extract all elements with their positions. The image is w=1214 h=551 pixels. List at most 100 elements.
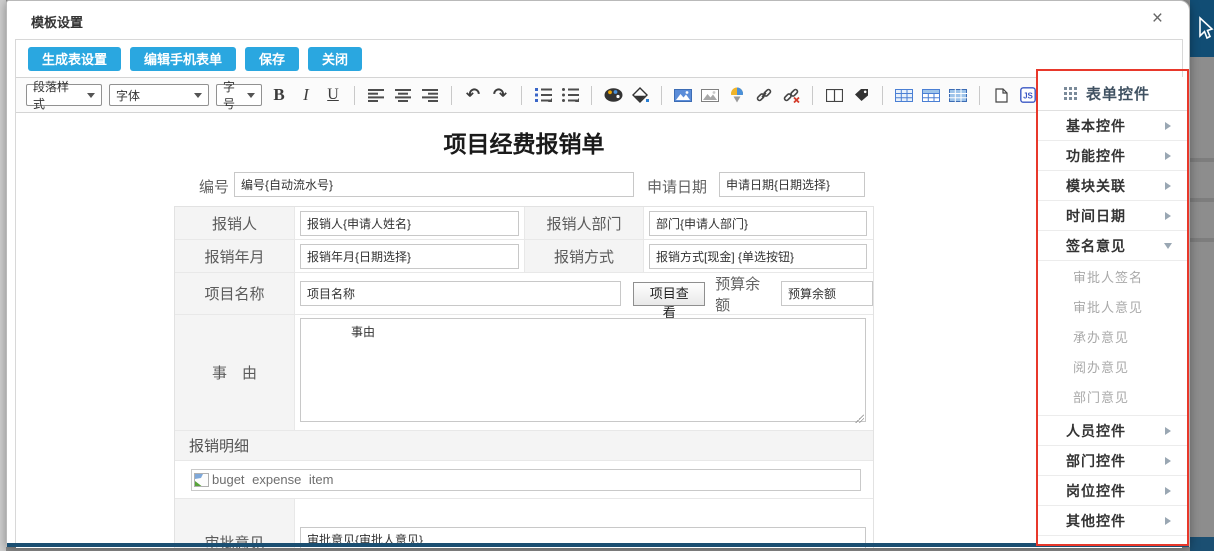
toolbar-separator	[354, 86, 355, 105]
group-department-controls[interactable]: 部门控件	[1038, 446, 1188, 476]
form-editor-canvas[interactable]: 项目经费报销单 编号 申请日期 报销人 报销人部门	[16, 113, 1182, 548]
edit-mobile-form-button[interactable]: 编辑手机表单	[130, 47, 236, 71]
js-code-icon[interactable]: JS	[1018, 84, 1038, 106]
bold-button[interactable]: B	[269, 84, 289, 106]
reason-textarea[interactable]: 事由	[300, 318, 866, 422]
italic-button[interactable]: I	[296, 84, 316, 106]
caret-right-icon	[1165, 427, 1175, 435]
claim-method-input[interactable]	[649, 244, 867, 269]
grid-handle-icon	[1064, 87, 1077, 100]
item-handler-opinion[interactable]: 承办意见	[1038, 323, 1188, 353]
chevron-down-icon	[87, 93, 95, 102]
group-person-controls[interactable]: 人员控件	[1038, 416, 1188, 446]
group-position-controls[interactable]: 岗位控件	[1038, 476, 1188, 506]
columns-icon[interactable]	[824, 84, 844, 106]
caret-right-icon	[1165, 122, 1175, 130]
toolbar-separator	[521, 86, 522, 105]
caret-right-icon	[1165, 517, 1175, 525]
resize-handle-icon[interactable]	[855, 414, 864, 423]
underline-button[interactable]: U	[323, 84, 343, 106]
budget-balance-label: 预算余额	[715, 273, 775, 315]
link-icon[interactable]	[754, 84, 774, 106]
approval-label: 审批意见	[175, 499, 295, 548]
page-backdrop-right	[1190, 0, 1214, 551]
ordered-list-icon[interactable]	[533, 84, 553, 106]
editor-toolbar: 段落样式 字体 字号 B I U	[16, 77, 1182, 113]
svg-text:JS: JS	[1023, 92, 1033, 101]
toolbar-separator	[661, 86, 662, 105]
reason-label: 事 由	[175, 315, 295, 430]
font-size-select[interactable]: 字号	[216, 84, 262, 106]
page-icon[interactable]	[991, 84, 1011, 106]
undo-icon[interactable]: ↶	[463, 84, 483, 106]
form-controls-panel: 表单控件 基本控件 功能控件 模块关联 时间日期 签名意见	[1038, 77, 1188, 545]
claimant-dept-input[interactable]	[649, 211, 867, 236]
item-reviewer-opinion[interactable]: 阅办意见	[1038, 353, 1188, 383]
caret-down-icon	[1164, 243, 1172, 253]
editor-frame: 生成表设置 编辑手机表单 保存 关闭 段落样式 字体 字号 B I U	[15, 39, 1183, 547]
background-row-line	[1190, 238, 1214, 242]
group-module-relation[interactable]: 模块关联	[1038, 171, 1188, 201]
group-signature-opinion[interactable]: 签名意见	[1038, 231, 1188, 261]
claimant-input[interactable]	[300, 211, 519, 236]
generate-table-settings-button[interactable]: 生成表设置	[28, 47, 121, 71]
detail-section-header: 报销明细	[175, 431, 873, 461]
table-row: 报销人 报销人部门	[175, 207, 873, 240]
unordered-list-icon[interactable]	[560, 84, 580, 106]
insert-table-icon[interactable]	[894, 84, 914, 106]
claim-month-input[interactable]	[300, 244, 519, 269]
tag-icon[interactable]	[851, 84, 871, 106]
apply-date-label: 申请日期	[647, 176, 707, 197]
table-row: 报销年月 报销方式	[175, 240, 873, 273]
panel-header-label: 表单控件	[1086, 83, 1150, 104]
detail-placeholder-text: buget expense item	[212, 472, 333, 487]
table-row: 审批意见	[175, 499, 873, 548]
align-right-icon[interactable]	[420, 84, 440, 106]
snapshot-image-icon[interactable]	[700, 84, 720, 106]
apply-date-input[interactable]	[719, 172, 865, 197]
serial-input[interactable]	[234, 172, 634, 197]
signature-opinion-items: 审批人签名 审批人意见 承办意见 阅办意见 部门意见	[1038, 261, 1188, 416]
budget-balance-input[interactable]	[781, 281, 873, 306]
item-approver-signature[interactable]: 审批人签名	[1038, 263, 1188, 293]
table-row: 项目名称 项目查看 预算余额	[175, 273, 873, 315]
chevron-down-icon	[194, 93, 202, 102]
project-name-input[interactable]	[300, 281, 621, 306]
panel-header: 表单控件	[1038, 77, 1188, 111]
hotspot-marker-icon[interactable]	[727, 84, 747, 106]
image-icon[interactable]	[673, 84, 693, 106]
paragraph-style-select[interactable]: 段落样式	[26, 84, 102, 106]
background-row-line	[1190, 198, 1214, 202]
unlink-icon[interactable]	[781, 84, 801, 106]
action-bar: 生成表设置 编辑手机表单 保存 关闭	[16, 40, 1182, 77]
item-approver-opinion[interactable]: 审批人意见	[1038, 293, 1188, 323]
table-header-icon[interactable]	[921, 84, 941, 106]
fill-color-icon[interactable]	[630, 84, 650, 106]
detail-placeholder[interactable]: buget expense item	[191, 469, 861, 491]
align-center-icon[interactable]	[393, 84, 413, 106]
font-color-icon[interactable]	[603, 84, 623, 106]
dialog-title: 模板设置	[31, 12, 83, 31]
group-function-controls[interactable]: 功能控件	[1038, 141, 1188, 171]
claimant-label: 报销人	[175, 207, 295, 239]
close-icon[interactable]: ×	[1152, 8, 1163, 30]
close-button[interactable]: 关闭	[308, 47, 362, 71]
align-left-icon[interactable]	[366, 84, 386, 106]
group-datetime[interactable]: 时间日期	[1038, 201, 1188, 231]
bottom-navy-bar	[7, 543, 1189, 547]
project-view-button[interactable]: 项目查看	[633, 282, 705, 306]
save-button[interactable]: 保存	[245, 47, 299, 71]
form-title: 项目经费报销单	[174, 125, 874, 159]
group-other-controls[interactable]: 其他控件	[1038, 506, 1188, 536]
item-department-opinion[interactable]: 部门意见	[1038, 383, 1188, 413]
font-family-select[interactable]: 字体	[109, 84, 209, 106]
background-cursor-icon	[1194, 15, 1214, 43]
table-grid-icon[interactable]	[948, 84, 968, 106]
background-row-line	[1190, 158, 1214, 162]
template-settings-dialog: 模板设置 × 生成表设置 编辑手机表单 保存 关闭 段落样式 字体 字号	[6, 0, 1190, 547]
redo-icon[interactable]: ↷	[490, 84, 510, 106]
toolbar-separator	[451, 86, 452, 105]
group-basic-controls[interactable]: 基本控件	[1038, 111, 1188, 141]
screen: 模板设置 × 生成表设置 编辑手机表单 保存 关闭 段落样式 字体 字号	[0, 0, 1214, 551]
claimant-dept-label: 报销人部门	[524, 207, 644, 239]
